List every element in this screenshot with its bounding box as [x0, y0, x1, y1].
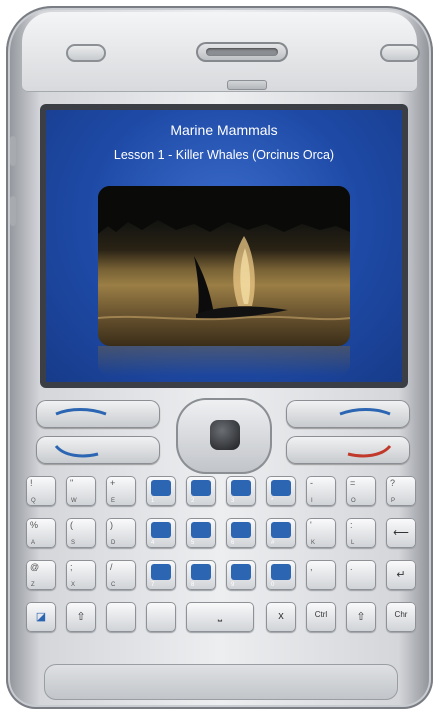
phone-screen: Marine Mammals Lesson 1 - Killer Whales … — [46, 110, 402, 382]
key-i[interactable]: -I — [306, 476, 336, 506]
orca-photo-art — [98, 186, 350, 321]
key-star-label: * — [271, 498, 274, 504]
earpiece-speaker — [196, 42, 288, 62]
space-key[interactable]: ⎵ — [186, 602, 254, 632]
backspace-key[interactable]: ⟵ — [386, 518, 416, 548]
screen-title: Marine Mammals — [170, 122, 278, 138]
key-hash[interactable]: # — [266, 518, 296, 548]
key-4-label: 4 — [151, 540, 155, 546]
blank-key-2[interactable] — [146, 602, 176, 632]
photo-reflection — [98, 346, 350, 376]
key-k[interactable]: ' K — [306, 518, 336, 548]
key-6-label: 6 — [231, 540, 235, 546]
enter-icon: ↵ — [396, 569, 406, 581]
key-3-label: 3 — [231, 498, 235, 504]
key-period[interactable]: . — [346, 560, 376, 590]
ctrl-label: Ctrl — [314, 610, 328, 619]
key-p[interactable]: ? P — [386, 476, 416, 506]
shift-right-icon: ⇧ — [356, 611, 366, 623]
key-o[interactable]: = O — [346, 476, 376, 506]
key-l[interactable]: :L — [346, 518, 376, 548]
key-c[interactable]: / C — [106, 560, 136, 590]
key-hash-label: # — [271, 540, 275, 546]
light-sensor — [227, 80, 267, 90]
ctrl-key[interactable]: Ctrl — [306, 602, 336, 632]
shift-key[interactable]: ⇧ — [66, 602, 96, 632]
key-w[interactable]: " W — [66, 476, 96, 506]
navigation-pad[interactable] — [176, 398, 272, 474]
key-0-label: 0 — [271, 582, 275, 588]
keypad: ! Q " W + E 1 2 3 * -I = O ? P % A (S ) D 4 5 6… — [24, 394, 416, 694]
close-icon: x — [278, 610, 284, 622]
key-z[interactable]: @ Z — [26, 560, 56, 590]
enter-key[interactable]: ↵ — [386, 560, 416, 590]
key-comma[interactable]: , — [306, 560, 336, 590]
key-a[interactable]: % A — [26, 518, 56, 548]
key-e[interactable]: + E — [106, 476, 136, 506]
left-softkey[interactable] — [36, 400, 160, 428]
chr-key[interactable]: Chr — [386, 602, 416, 632]
space-icon: ⎵ — [217, 610, 223, 622]
key-9-label: 9 — [231, 582, 235, 588]
key-2-label: 2 — [191, 498, 195, 504]
side-button-lower[interactable] — [10, 196, 16, 226]
key-7-label: 7 — [151, 582, 155, 588]
side-button[interactable] — [10, 136, 16, 166]
menu-icon: ◪ — [35, 611, 47, 623]
shift-icon: ⇧ — [76, 611, 86, 623]
right-softkey[interactable] — [286, 400, 410, 428]
key-x[interactable]: ; X — [66, 560, 96, 590]
key-2[interactable]: 2 — [186, 476, 216, 506]
key-d[interactable]: ) D — [106, 518, 136, 548]
key-1[interactable]: 1 — [146, 476, 176, 506]
key-3[interactable]: 3 — [226, 476, 256, 506]
blank-key-1[interactable] — [106, 602, 136, 632]
backspace-icon: ⟵ — [393, 527, 409, 539]
chr-label: Chr — [394, 610, 408, 619]
orca-photo — [98, 186, 350, 346]
phone-bottom-plate — [44, 664, 398, 700]
menu-key[interactable]: ◪ — [26, 602, 56, 632]
key-1-label: 1 — [151, 498, 155, 504]
key-4[interactable]: 4 — [146, 518, 176, 548]
key-close[interactable]: x — [266, 602, 296, 632]
call-button[interactable] — [36, 436, 160, 464]
key-6[interactable]: 6 — [226, 518, 256, 548]
key-7[interactable]: 7 — [146, 560, 176, 590]
key-q[interactable]: ! Q — [26, 476, 56, 506]
key-9[interactable]: 9 — [226, 560, 256, 590]
key-8-label: 8 — [191, 582, 195, 588]
key-star[interactable]: * — [266, 476, 296, 506]
key-8[interactable]: 8 — [186, 560, 216, 590]
key-0[interactable]: 0 — [266, 560, 296, 590]
right-top-button[interactable] — [380, 44, 420, 62]
shift-key-right[interactable]: ⇧ — [346, 602, 376, 632]
screen-subtitle: Lesson 1 - Killer Whales (Orcinus Orca) — [113, 148, 335, 162]
key-5-label: 5 — [191, 540, 195, 546]
nav-select-button[interactable] — [210, 420, 240, 450]
key-s[interactable]: (S — [66, 518, 96, 548]
left-top-button[interactable] — [66, 44, 106, 62]
end-call-button[interactable] — [286, 436, 410, 464]
phone-top-panel — [22, 12, 420, 92]
key-5[interactable]: 5 — [186, 518, 216, 548]
